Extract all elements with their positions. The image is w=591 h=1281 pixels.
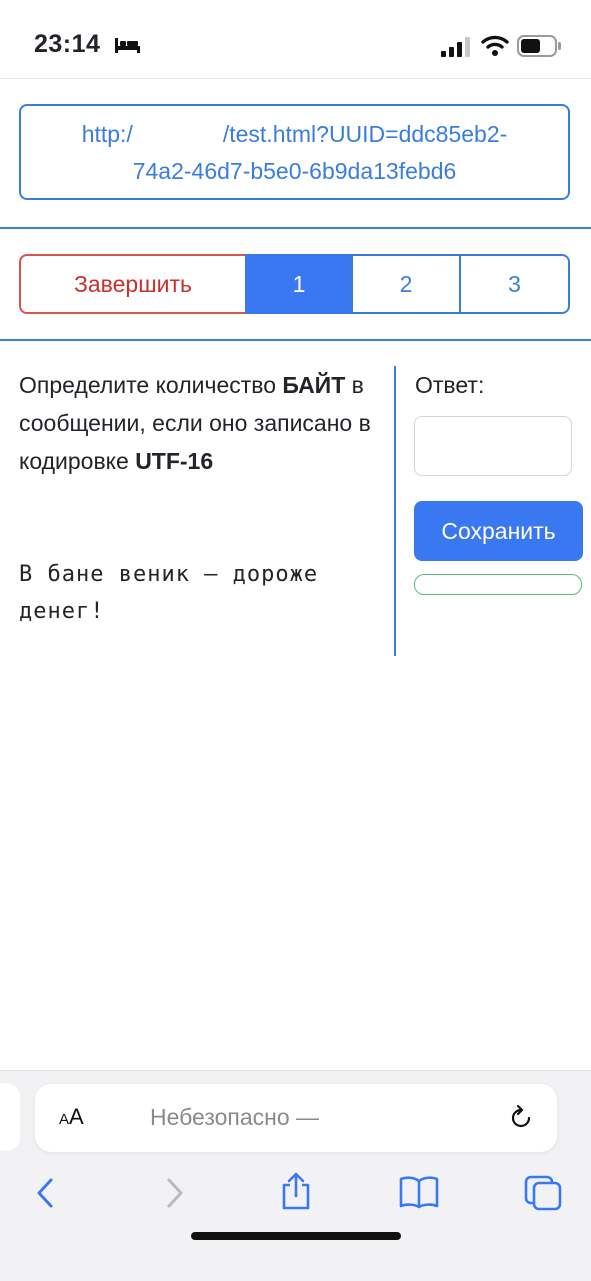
share-icon[interactable] bbox=[278, 1171, 314, 1211]
page-settings-button[interactable]: AA bbox=[59, 1104, 84, 1130]
column-divider bbox=[394, 366, 396, 656]
previous-tab-peek[interactable] bbox=[0, 1083, 20, 1151]
forward-icon[interactable] bbox=[162, 1177, 186, 1209]
question-text: Определите количество БАЙТ в сообщении, … bbox=[19, 366, 384, 480]
finish-button[interactable]: Завершить bbox=[19, 254, 247, 314]
address-bar[interactable]: AA Небезопасно — bbox=[35, 1084, 557, 1152]
bookmarks-icon[interactable] bbox=[398, 1175, 440, 1209]
url-path: /test.html?UUID=ddc85eb2- bbox=[222, 121, 508, 147]
question-pager: Завершить 1 2 3 bbox=[19, 254, 571, 314]
home-indicator bbox=[191, 1232, 401, 1240]
url-prefix: http:/ bbox=[81, 121, 133, 147]
battery-icon bbox=[517, 35, 561, 57]
result-indicator bbox=[414, 574, 582, 595]
page-1-button[interactable]: 1 bbox=[245, 254, 353, 314]
question-bold-encoding: UTF-16 bbox=[135, 448, 214, 474]
cellular-signal-icon bbox=[441, 37, 470, 57]
question-phrase: В бане веник — дороже денег! bbox=[19, 562, 319, 624]
answer-input[interactable] bbox=[414, 416, 572, 476]
question-part-1: Определите количество bbox=[19, 372, 283, 398]
answer-label: Ответ: bbox=[415, 372, 485, 398]
divider-middle bbox=[0, 339, 591, 341]
status-time: 23:14 bbox=[34, 30, 101, 58]
sleep-focus-icon bbox=[115, 38, 140, 53]
wifi-icon bbox=[481, 35, 509, 56]
page-3-button[interactable]: 3 bbox=[459, 254, 570, 314]
save-button[interactable]: Сохранить bbox=[414, 501, 583, 561]
test-url-box[interactable]: http:/ /test.html?UUID=ddc85eb2- 74a2-46d… bbox=[19, 104, 570, 200]
tabs-icon[interactable] bbox=[524, 1175, 562, 1211]
status-bar: 23:14 bbox=[0, 0, 591, 79]
reload-icon[interactable] bbox=[507, 1104, 535, 1132]
divider-top bbox=[0, 227, 591, 229]
question-bold-bytes: БАЙТ bbox=[282, 372, 346, 398]
back-icon[interactable] bbox=[34, 1177, 58, 1209]
browser-bottom-bar: AA Небезопасно — bbox=[0, 1070, 591, 1281]
address-text: Небезопасно — bbox=[150, 1104, 320, 1130]
url-uuid-tail: 74a2-46d7-b5e0-6b9da13febd6 bbox=[132, 158, 457, 184]
page-2-button[interactable]: 2 bbox=[351, 254, 461, 314]
redacted-host bbox=[133, 141, 223, 142]
